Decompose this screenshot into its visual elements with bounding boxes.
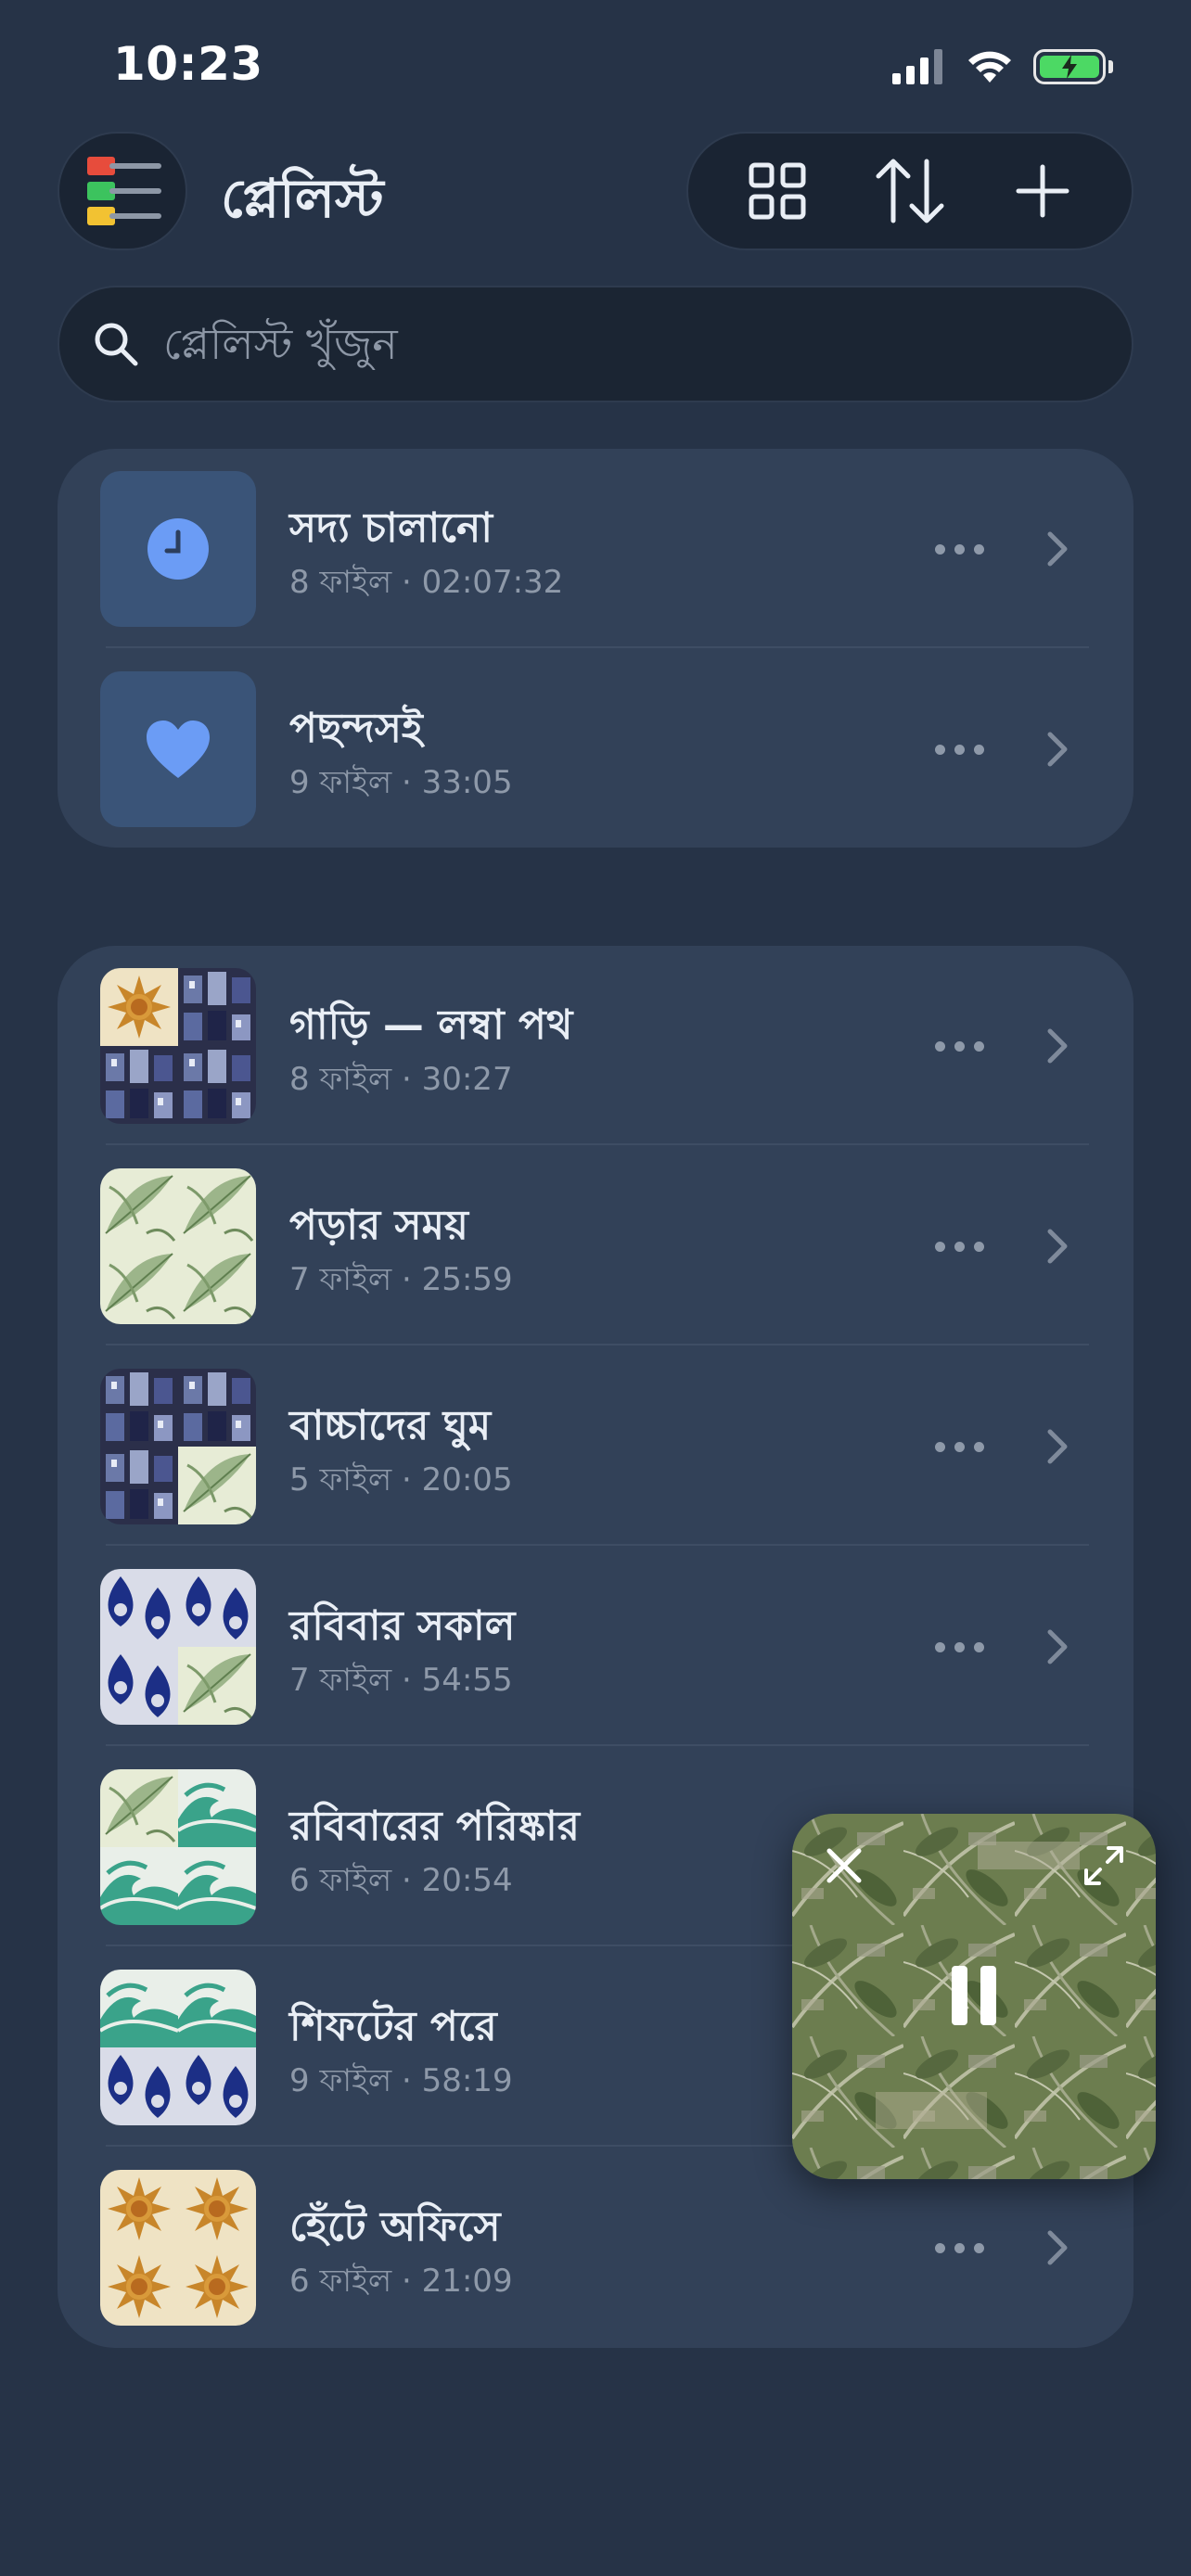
playlist-cover [100,1168,256,1324]
sort-icon [876,159,944,223]
divider [106,646,1089,648]
favorites-thumbnail [100,671,256,827]
mini-player-close-button[interactable] [816,1838,872,1894]
wifi-icon [968,51,1011,83]
mini-player-pause-button[interactable] [931,1953,1017,2038]
chevron-right-icon [1047,1629,1068,1664]
mini-player[interactable] [792,1814,1156,2179]
playlist-title: পড়ার সময় [289,1202,468,1249]
playlist-row[interactable]: পড়ার সময় 7 ফাইল · 25:59 [58,1146,1133,1346]
playlist-title: শিফটের পরে [289,2003,497,2050]
search-input[interactable] [161,318,1000,370]
divider [106,1744,1089,1746]
playlist-subtitle: 8 ফাইল · 02:07:32 [289,564,564,601]
playlist-subtitle: 6 ফাইল · 21:09 [289,2263,513,2300]
playlist-title: রবিবারের পরিষ্কার [289,1803,580,1850]
chevron-right-icon [1047,1429,1068,1464]
menu-icon [87,157,161,225]
playlist-title: পছন্দসই [289,705,423,752]
pinned-item-recently-played[interactable]: সদ্য চালানো 8 ফাইল · 02:07:32 [58,449,1133,649]
more-options-button[interactable] [922,1426,996,1467]
playlist-subtitle: 9 ফাইল · 33:05 [289,764,513,801]
recently-played-thumbnail [100,471,256,627]
more-options-button[interactable] [922,1626,996,1667]
playlist-cover [100,1369,256,1524]
playlist-subtitle: 8 ফাইল · 30:27 [289,1061,513,1098]
playlist-subtitle: 6 ফাইল · 20:54 [289,1862,513,1899]
more-options-button[interactable] [922,729,996,770]
playlist-subtitle: 5 ফাইল · 20:05 [289,1461,513,1498]
add-playlist-button[interactable] [992,145,1094,237]
divider [106,1344,1089,1345]
add-icon [1016,164,1069,218]
divider [106,1143,1089,1145]
heart-icon [147,721,210,778]
playlist-cover [100,968,256,1124]
more-options-button[interactable] [922,1026,996,1066]
mini-player-expand-button[interactable] [1076,1838,1132,1894]
header-toolbar [686,132,1133,250]
pause-icon [952,1966,996,2025]
close-icon [826,1848,862,1883]
search-icon [95,323,138,366]
chevron-right-icon [1047,1028,1068,1064]
search-bar [58,286,1133,402]
status-time: 10:23 [113,37,263,91]
more-options-button[interactable] [922,529,996,569]
playlist-subtitle: 9 ফাইল · 58:19 [289,2062,513,2099]
signal-icon [892,49,942,84]
grid-view-icon [749,162,806,220]
playlist-title: সদ্য চালানো [289,504,493,552]
chevron-right-icon [1047,1229,1068,1264]
playlist-cover [100,2170,256,2326]
playlist-title: বাচ্চাদের ঘুম [289,1402,492,1449]
more-options-button[interactable] [922,2227,996,2268]
playlist-title: গাড়ি — লম্বা পথ [289,1001,573,1049]
expand-icon [1084,1846,1123,1885]
pinned-item-favorites[interactable]: পছন্দসই 9 ফাইল · 33:05 [58,649,1133,849]
playlist-row[interactable]: রবিবার সকাল 7 ফাইল · 54:55 [58,1547,1133,1747]
more-options-button[interactable] [922,1226,996,1267]
playlist-subtitle: 7 ফাইল · 54:55 [289,1662,513,1699]
menu-button[interactable] [58,132,187,250]
divider [106,1544,1089,1546]
chevron-right-icon [1047,531,1068,567]
chevron-right-icon [1047,2230,1068,2265]
page-title: প্লেলিস্ট [221,167,384,230]
playlist-cover [100,1970,256,2125]
sort-button[interactable] [859,145,961,237]
grid-view-button[interactable] [726,145,828,237]
playlist-cover [100,1769,256,1925]
chevron-right-icon [1047,732,1068,767]
playlist-title: হেঁটে অফিসে [289,2203,501,2251]
playlist-row[interactable]: বাচ্চাদের ঘুম 5 ফাইল · 20:05 [58,1346,1133,1547]
clock-icon [147,518,209,580]
status-icons [892,46,1113,87]
playlist-subtitle: 7 ফাইল · 25:59 [289,1261,513,1298]
pinned-playlists-card: সদ্য চালানো 8 ফাইল · 02:07:32 পছন্দসই 9 … [58,449,1133,848]
playlist-cover [100,1569,256,1725]
battery-icon [1033,49,1113,84]
playlist-title: রবিবার সকাল [289,1602,516,1650]
playlist-row[interactable]: গাড়ি — লম্বা পথ 8 ফাইল · 30:27 [58,946,1133,1146]
